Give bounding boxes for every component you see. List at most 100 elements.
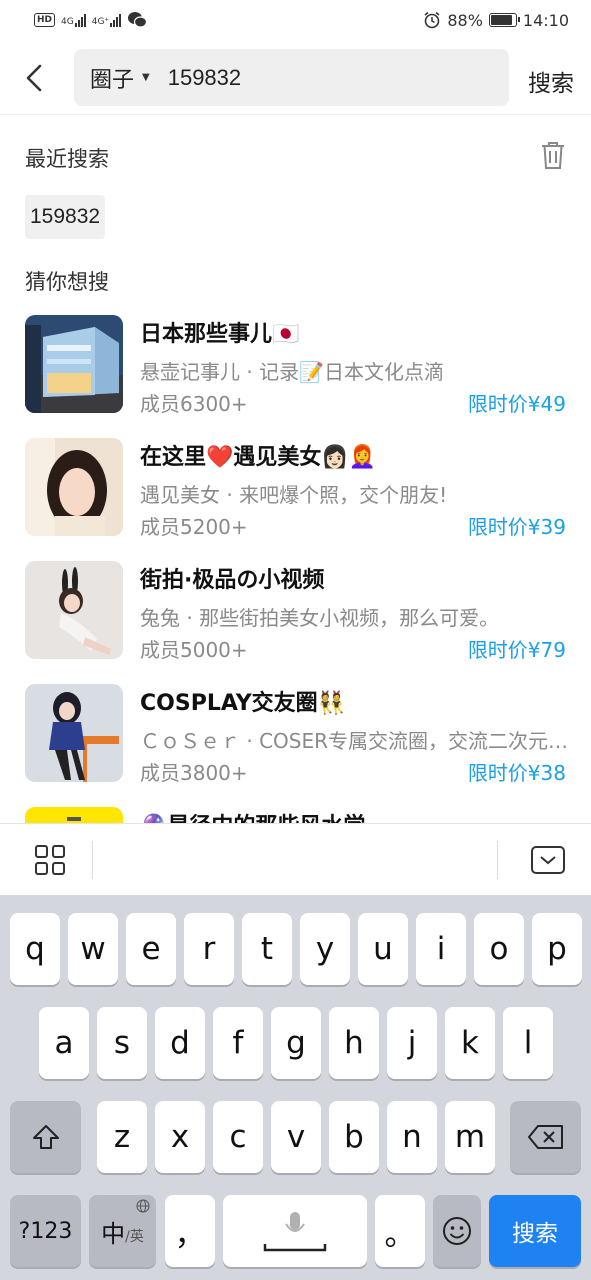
- search-box[interactable]: 圈子 ▼ 159832: [74, 49, 509, 106]
- clock: 14:10: [522, 10, 569, 30]
- hd-indicator: HD: [34, 13, 56, 27]
- key-e[interactable]: e: [126, 913, 176, 985]
- emoji-icon: [443, 1217, 471, 1245]
- key-x[interactable]: x: [155, 1101, 205, 1173]
- backspace-key[interactable]: [510, 1101, 581, 1173]
- backspace-icon: [527, 1125, 563, 1149]
- item-members: 成员6300+: [140, 392, 248, 416]
- key-t[interactable]: t: [242, 913, 292, 985]
- divider: [497, 841, 498, 879]
- item-members: 成员5000+: [140, 638, 248, 662]
- network-type-2: 4G⁺: [91, 17, 110, 27]
- key-c[interactable]: c: [213, 1101, 263, 1173]
- key-v[interactable]: v: [271, 1101, 321, 1173]
- numbers-key[interactable]: ?123: [10, 1195, 81, 1267]
- key-g[interactable]: g: [271, 1007, 321, 1079]
- key-q[interactable]: q: [10, 913, 60, 985]
- shift-key[interactable]: [10, 1101, 81, 1173]
- key-p[interactable]: p: [532, 913, 582, 985]
- list-item[interactable]: 在这里❤️遇见美女👩🏻👩‍🦰 遇见美女 · 来吧爆个照，交个朋友! 成员5200…: [0, 423, 591, 546]
- language-key-sub: /英: [125, 1229, 144, 1245]
- circle-thumbnail: [25, 807, 123, 823]
- key-h[interactable]: h: [329, 1007, 379, 1079]
- key-u[interactable]: u: [358, 913, 408, 985]
- caret-down-icon[interactable]: ▼: [142, 72, 150, 83]
- list-item[interactable]: 🔮星径中的那些风水学: [0, 792, 591, 823]
- enter-search-key[interactable]: 搜索: [489, 1195, 581, 1267]
- item-desc: 兔兔 · 那些街拍美女小视频，那么可爱。: [140, 606, 500, 630]
- key-m[interactable]: m: [445, 1101, 495, 1173]
- keyboard-toolbar: [0, 823, 591, 895]
- grid-menu-icon[interactable]: [35, 845, 65, 875]
- key-r[interactable]: r: [184, 913, 234, 985]
- hide-keyboard-icon[interactable]: [531, 846, 565, 874]
- item-members: 成员3800+: [140, 761, 248, 785]
- scope-dropdown-label[interactable]: 圈子: [90, 62, 134, 94]
- circle-thumbnail: [25, 684, 123, 782]
- key-d[interactable]: d: [155, 1007, 205, 1079]
- item-title: COSPLAY交友圈👯: [140, 691, 346, 716]
- circle-thumbnail: [25, 438, 123, 536]
- battery-level: [490, 15, 512, 25]
- item-price: 限时价¥38: [467, 761, 566, 785]
- divider: [92, 841, 93, 879]
- key-i[interactable]: i: [416, 913, 466, 985]
- circle-thumbnail: [25, 315, 123, 413]
- item-title: 日本那些事儿🇯🇵: [140, 322, 300, 347]
- key-f[interactable]: f: [213, 1007, 263, 1079]
- status-bar: HD 4G 4G⁺ 88% 14:10: [0, 0, 591, 40]
- alarm-icon: [424, 11, 440, 29]
- key-z[interactable]: z: [97, 1101, 147, 1173]
- circle-thumbnail: [25, 561, 123, 659]
- item-title: 在这里❤️遇见美女👩🏻👩‍🦰: [140, 445, 377, 470]
- recent-search-chip[interactable]: 159832: [25, 195, 106, 239]
- battery-icon: [488, 13, 520, 27]
- key-l[interactable]: l: [503, 1007, 553, 1079]
- suggest-title: 猜你想搜: [25, 270, 109, 294]
- search-input[interactable]: 159832: [168, 65, 241, 91]
- signal-icon-2: 4G⁺: [91, 13, 122, 27]
- space-key[interactable]: [223, 1195, 367, 1267]
- keyboard: q w e r t y u i o p a s d f g h j k l z …: [0, 895, 591, 1280]
- chevron-left-icon: [26, 64, 42, 92]
- back-button[interactable]: [16, 58, 52, 98]
- search-header: 圈子 ▼ 159832 搜索: [0, 40, 591, 115]
- key-s[interactable]: s: [97, 1007, 147, 1079]
- suggestion-list: 日本那些事儿🇯🇵 悬壶记事儿 · 记录📝日本文化点滴 成员6300+ 限时价¥4…: [0, 300, 591, 823]
- period-key[interactable]: 。: [375, 1195, 425, 1267]
- list-item[interactable]: 街拍·极品の小视频 兔兔 · 那些街拍美女小视频，那么可爱。 成员5000+ 限…: [0, 546, 591, 669]
- comma-key[interactable]: ，: [165, 1195, 215, 1267]
- trash-icon[interactable]: [540, 140, 566, 170]
- list-item[interactable]: COSPLAY交友圈👯 ＣｏＳｅｒ · COSER专属交流圈，交流二次元文化 成…: [0, 669, 591, 792]
- item-desc: ＣｏＳｅｒ · COSER专属交流圈，交流二次元文化: [140, 729, 570, 753]
- microphone-icon: [263, 1212, 327, 1252]
- globe-icon: [136, 1199, 150, 1213]
- list-item[interactable]: 日本那些事儿🇯🇵 悬壶记事儿 · 记录📝日本文化点滴 成员6300+ 限时价¥4…: [0, 300, 591, 423]
- key-o[interactable]: o: [474, 913, 524, 985]
- search-button[interactable]: 搜索: [528, 64, 574, 98]
- emoji-key[interactable]: [433, 1195, 481, 1267]
- key-n[interactable]: n: [387, 1101, 437, 1173]
- item-price: 限时价¥39: [467, 515, 566, 539]
- item-title: 街拍·极品の小视频: [140, 568, 325, 593]
- key-k[interactable]: k: [445, 1007, 495, 1079]
- recent-search-title: 最近搜索: [25, 147, 109, 171]
- item-price: 限时价¥79: [467, 638, 566, 662]
- language-key-main: 中: [101, 1219, 126, 1248]
- key-b[interactable]: b: [329, 1101, 379, 1173]
- item-desc: 遇见美女 · 来吧爆个照，交个朋友!: [140, 483, 448, 507]
- item-desc: 悬壶记事儿 · 记录📝日本文化点滴: [140, 360, 444, 384]
- wechat-icon: [128, 12, 148, 28]
- item-price: 限时价¥49: [467, 392, 566, 416]
- key-w[interactable]: w: [68, 913, 118, 985]
- item-members: 成员5200+: [140, 515, 248, 539]
- signal-icon-1: 4G: [61, 13, 86, 27]
- key-a[interactable]: a: [39, 1007, 89, 1079]
- item-title: 🔮星径中的那些风水学: [140, 808, 365, 823]
- shift-icon: [32, 1125, 59, 1149]
- battery-percent: 88%: [447, 10, 483, 30]
- language-key[interactable]: 中 /英: [89, 1195, 156, 1267]
- network-type-1: 4G: [61, 17, 74, 27]
- key-y[interactable]: y: [300, 913, 350, 985]
- key-j[interactable]: j: [387, 1007, 437, 1079]
